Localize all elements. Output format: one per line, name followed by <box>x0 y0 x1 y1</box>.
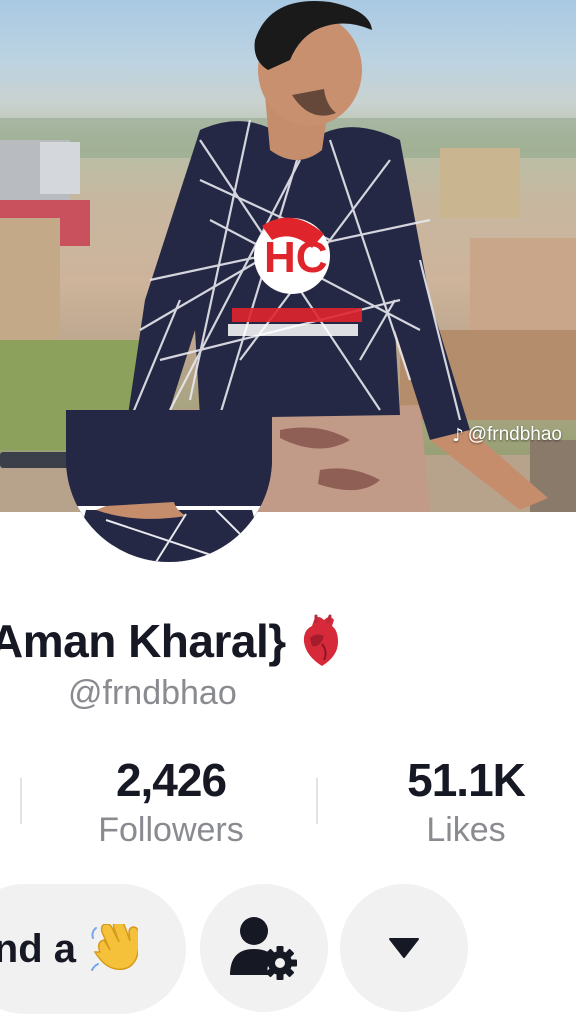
triangle-down-icon <box>389 938 419 958</box>
send-wave-button[interactable]: nd a <box>0 884 186 1014</box>
display-name: Aman Kharal} <box>0 614 344 668</box>
suggested-friends-button[interactable] <box>200 884 328 1012</box>
stat-divider <box>20 778 22 824</box>
watermark-text: @frndbhao <box>467 424 562 445</box>
display-name-text: Aman Kharal} <box>0 615 286 667</box>
avatar-image <box>66 410 272 562</box>
followers-count: 2,426 <box>115 754 227 806</box>
more-options-button[interactable] <box>340 884 468 1012</box>
profile-stats: 2,426 Followers 51.1K Likes <box>0 752 576 862</box>
anatomical-heart-icon <box>303 614 338 666</box>
tiktok-watermark: ♪ @frndbhao <box>452 424 562 446</box>
likes-label: Likes <box>426 811 506 849</box>
profile-page: HC ♪ @frndbhao Aman Kharal} @frndbhao 2,… <box>0 0 576 1024</box>
wave-button-label: nd a <box>0 926 76 971</box>
likes-count: 51.1K <box>407 754 526 806</box>
tiktok-logo-icon: ♪ <box>452 424 464 446</box>
username: @frndbhao <box>68 674 237 712</box>
svg-text:HC: HC <box>264 233 328 282</box>
avatar[interactable] <box>66 410 272 562</box>
followers-label: Followers <box>98 811 244 849</box>
person-gear-icon <box>230 917 297 980</box>
stat-divider <box>316 778 318 824</box>
followers-stat[interactable]: 2,426 Followers <box>68 752 274 852</box>
waving-hand-icon <box>91 924 138 971</box>
likes-stat[interactable]: 51.1K Likes <box>370 752 562 852</box>
